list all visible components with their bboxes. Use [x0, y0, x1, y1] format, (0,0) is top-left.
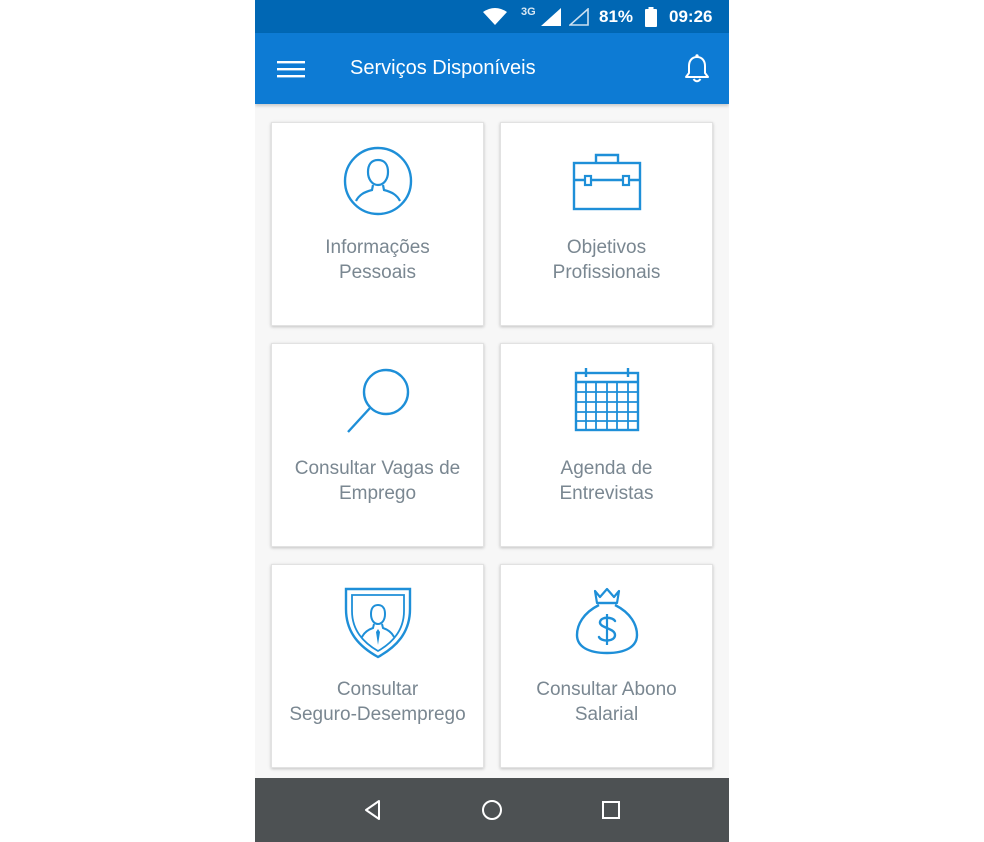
- tile-label: Informações Pessoais: [325, 237, 430, 283]
- clock: 09:26: [669, 6, 713, 26]
- back-triangle-icon: [365, 800, 380, 820]
- home-button[interactable]: [478, 796, 506, 824]
- recent-apps-icon: [602, 801, 620, 819]
- tile-label: Consultar Abono Salarial: [536, 679, 677, 725]
- tile-label: Consultar Seguro-Desemprego: [289, 679, 466, 725]
- page-title: Serviços Disponíveis: [350, 57, 536, 79]
- tile-objetivos-profissionais[interactable]: Objetivos Profissionais: [500, 122, 713, 326]
- home-circle-icon: [482, 800, 502, 820]
- tile-consultar-vagas[interactable]: Consultar Vagas de Emprego: [271, 343, 484, 547]
- battery-icon: [645, 0, 657, 33]
- status-bar: 3G 81% 09:26: [255, 0, 729, 33]
- wifi-icon: [483, 0, 507, 33]
- shield-person-icon: [344, 587, 411, 659]
- bell-icon: [685, 54, 709, 83]
- back-button[interactable]: [359, 796, 387, 824]
- tile-label: Agenda de Entrevistas: [559, 458, 654, 504]
- calendar-icon: [574, 368, 639, 432]
- services-grid: Informações Pessoais Objetivos Profissio…: [255, 104, 729, 778]
- phone-screen: 3G 81% 09:26 Serviços Disponíveis Inform…: [255, 0, 729, 842]
- tile-label: Objetivos Profissionais: [552, 237, 661, 283]
- signal-empty-icon: [569, 0, 589, 33]
- battery-percent: 81%: [599, 6, 634, 26]
- notifications-button[interactable]: [682, 53, 712, 85]
- tile-seguro-desemprego[interactable]: Consultar Seguro-Desemprego: [271, 564, 484, 768]
- hamburger-menu-icon: [277, 61, 305, 78]
- recent-apps-button[interactable]: [597, 796, 625, 824]
- briefcase-icon: [572, 153, 641, 211]
- person-icon: [343, 146, 412, 216]
- app-bar: Serviços Disponíveis: [255, 33, 729, 104]
- tile-label: Consultar Vagas de Emprego: [294, 458, 461, 504]
- tile-abono-salarial[interactable]: Consultar Abono Salarial: [500, 564, 713, 768]
- menu-button[interactable]: [275, 55, 309, 83]
- tile-informacoes-pessoais[interactable]: Informações Pessoais: [271, 122, 484, 326]
- system-nav-bar: [255, 778, 729, 842]
- signal-icon: [541, 0, 561, 33]
- search-icon: [346, 368, 409, 433]
- network-type: 3G: [521, 5, 536, 18]
- tile-agenda-entrevistas[interactable]: Agenda de Entrevistas: [500, 343, 713, 547]
- money-bag-icon: [575, 587, 638, 655]
